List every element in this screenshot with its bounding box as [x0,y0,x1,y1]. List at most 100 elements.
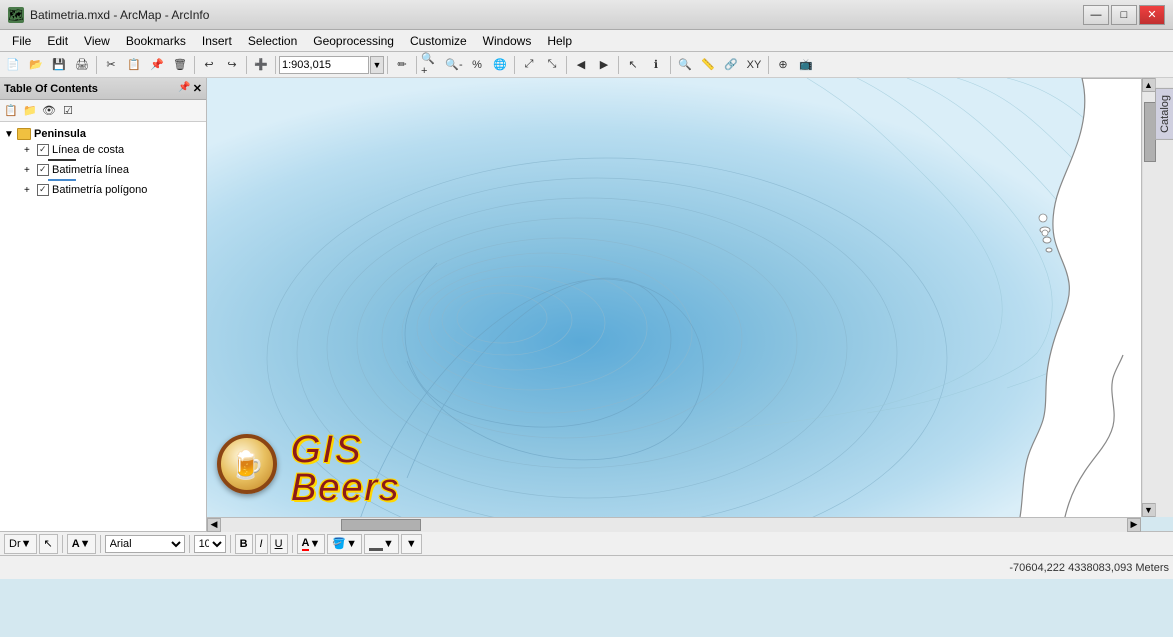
menu-edit[interactable]: Edit [39,32,76,50]
toc-selection-btn[interactable]: ☑ [59,102,77,120]
select-arrow-btn[interactable]: ↖ [622,54,644,76]
redo-button[interactable]: ↪ [221,54,243,76]
measure-btn[interactable]: 📏 [697,54,719,76]
scroll-thumb-horizontal[interactable] [341,519,421,531]
save-button[interactable]: 💾 [48,54,70,76]
close-button[interactable]: ✕ [1139,5,1165,25]
menu-selection[interactable]: Selection [240,32,305,50]
editor-toolbar-btn[interactable]: ✏ [391,54,413,76]
zoom-out-fixed-btn[interactable]: 🔍- [443,54,465,76]
batlinea-expand-icon[interactable]: + [24,165,34,176]
font-color-a: A [302,537,310,551]
font-size-select[interactable]: 10 8 12 14 [194,535,226,553]
line-color-btn[interactable]: ▼ [364,534,399,554]
batlinea-symbol [20,179,206,181]
layer-batlinea-checkbox[interactable] [37,164,49,176]
scroll-up-button[interactable]: ▲ [1142,78,1156,92]
toc-visibility-btn[interactable]: 👁 [40,102,58,120]
hyperlink-btn[interactable]: 🔗 [720,54,742,76]
draw-sep1 [62,535,63,553]
menu-view[interactable]: View [76,32,118,50]
draw-cursor-btn[interactable]: ↖ [39,534,58,554]
titlebar: 🗺 Batimetria.mxd - ArcMap - ArcInfo — □ … [0,0,1173,30]
add-data-button[interactable]: ➕ [250,54,272,76]
scroll-left-button[interactable]: ◀ [207,518,221,532]
toc-group-peninsula[interactable]: ▼ Peninsula [0,126,206,142]
scroll-down-button[interactable]: ▼ [1142,503,1156,517]
maximize-button[interactable]: □ [1111,5,1137,25]
separator2 [194,56,195,74]
menu-help[interactable]: Help [539,32,580,50]
menu-geoprocessing[interactable]: Geoprocessing [305,32,402,50]
island2 [1043,237,1051,243]
scroll-track-vertical[interactable] [1142,92,1156,503]
separator6 [416,56,417,74]
catalog-label[interactable]: Catalog [1155,88,1173,140]
print-button[interactable]: 🖨 [71,54,93,76]
app-icon: 🗺 [8,7,24,23]
layer-batpoly-checkbox[interactable] [37,184,49,196]
draw-dropdown-btn[interactable]: Dr ▼ [4,534,37,554]
extent-btn2[interactable]: ⤡ [541,54,563,76]
cut-button[interactable]: ✂ [100,54,122,76]
scroll-right-button[interactable]: ▶ [1127,518,1141,532]
delete-button[interactable]: 🗑 [169,54,191,76]
text-icon: A [72,538,80,550]
line-color-icon [369,536,383,551]
zoom-pct-btn[interactable]: % [466,54,488,76]
paste-button[interactable]: 📌 [146,54,168,76]
zoom-in-fixed-btn[interactable]: 🔍+ [420,54,442,76]
goto-xy-btn[interactable]: XY [743,54,765,76]
viewer-btn[interactable]: 📺 [795,54,817,76]
toc-list-btn[interactable]: 📋 [2,102,20,120]
new-button[interactable]: 📄 [2,54,24,76]
globe-btn[interactable]: 🌐 [489,54,511,76]
catalog-tab[interactable]: Catalog [1155,78,1173,517]
window-title: Batimetria.mxd - ArcMap - ArcInfo [30,8,209,22]
layer-linea-checkbox[interactable] [37,144,49,156]
scroll-thumb-vertical[interactable] [1144,102,1156,162]
toc-layer-batimetria-poligono[interactable]: + Batimetría polígono [20,182,206,198]
toc-source-btn[interactable]: 📁 [21,102,39,120]
forward-btn[interactable]: ▶ [593,54,615,76]
menu-customize[interactable]: Customize [402,32,475,50]
copy-button[interactable]: 📋 [123,54,145,76]
identify-btn[interactable]: ℹ [645,54,667,76]
layer-expand-icon[interactable]: + [24,145,34,156]
menu-file[interactable]: File [4,32,39,50]
back-btn[interactable]: ◀ [570,54,592,76]
scale-dropdown[interactable]: ▼ [370,56,384,74]
magnifier-btn[interactable]: ⊕ [772,54,794,76]
linea-symbol [20,159,206,161]
menu-windows[interactable]: Windows [475,32,540,50]
minimize-button[interactable]: — [1083,5,1109,25]
font-select[interactable]: Arial Times New Roman Courier New [105,535,185,553]
full-extent-btn[interactable]: ⤢ [518,54,540,76]
bold-button[interactable]: B [235,534,253,554]
toc-pin-icon[interactable]: 📌 [178,82,190,95]
separator8 [566,56,567,74]
more-options-btn[interactable]: ▼ [401,534,422,554]
map-area[interactable]: 🍺 GIS Beers [207,78,1141,517]
toc-toolbar: 📋 📁 👁 ☑ [0,100,206,122]
toc-layer-batimetria-linea[interactable]: + Batimetría línea [20,162,206,178]
font-color-btn[interactable]: A▼ [297,534,326,554]
menu-bookmarks[interactable]: Bookmarks [118,32,194,50]
main-content: Table Of Contents 📌 ✕ 📋 📁 👁 ☑ ▼ Peninsul… [0,78,1173,531]
open-button[interactable]: 📂 [25,54,47,76]
undo-button[interactable]: ↩ [198,54,220,76]
toc-layer-linea-de-costa[interactable]: + Línea de costa [20,142,206,158]
toc-close-icon[interactable]: ✕ [193,82,202,95]
scroll-track-horizontal[interactable] [221,518,1127,532]
draw-text-btn[interactable]: A▼ [67,534,96,554]
scale-input[interactable] [279,56,369,74]
fill-color-btn[interactable]: 🪣▼ [327,534,362,554]
underline-button[interactable]: U [270,534,288,554]
draw-dropdown-arrow: ▼ [21,538,32,550]
batpoly-expand-icon[interactable]: + [24,185,34,196]
find-btn[interactable]: 🔍 [674,54,696,76]
separator10 [670,56,671,74]
italic-button[interactable]: I [255,534,268,554]
group-expand-icon[interactable]: ▼ [4,129,14,140]
menu-insert[interactable]: Insert [194,32,240,50]
